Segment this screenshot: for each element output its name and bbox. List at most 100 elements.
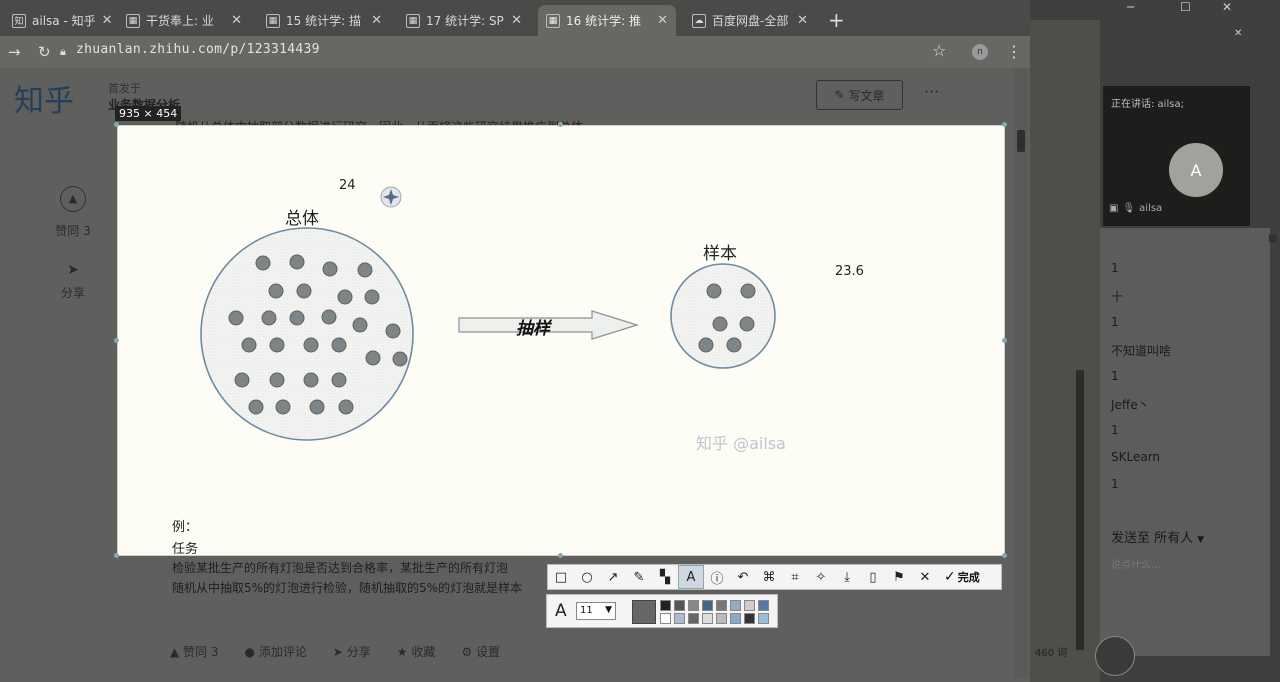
comment-button[interactable]: ● 添加评论 (245, 643, 307, 660)
color-swatch[interactable] (674, 613, 685, 624)
color-swatch[interactable] (660, 613, 671, 624)
color-swatch[interactable] (688, 600, 699, 611)
mic-icon: 🎙︎ (1122, 203, 1136, 214)
tab-5-active[interactable]: ▦ 16 统计学: 推 ✕ (538, 5, 676, 36)
color-swatch[interactable] (716, 600, 727, 611)
example-label: 例： (172, 520, 199, 535)
capture-toolbar: □ ○ ↗ ✎ ▚ A ⓘ ↶ ⌘ ⌗ ✧ ⤓ ▯ ⚑ ✕ ✓ 完成 (547, 564, 1002, 590)
color-swatch[interactable] (702, 600, 713, 611)
settings-button[interactable]: ⚙ 设置 (461, 643, 500, 660)
page-scrollbar[interactable] (1014, 68, 1028, 678)
collect-button[interactable]: ★ 收藏 (397, 643, 436, 660)
tab-2[interactable]: ▦ 干货奉上: 业 ✕ (118, 5, 250, 36)
color-swatch[interactable] (702, 613, 713, 624)
user-tag: ▣ 🎙︎ ailsa (1109, 203, 1162, 214)
download-icon[interactable]: ⤓ (834, 565, 860, 589)
zhihu-logo[interactable]: 知乎 (14, 76, 74, 120)
resize-handle[interactable] (114, 553, 119, 558)
maximize-icon[interactable]: ☐ (1180, 0, 1191, 14)
resize-handle[interactable] (114, 122, 119, 127)
close-icon[interactable]: ✕ (797, 13, 808, 28)
profile-avatar-icon[interactable]: n (972, 44, 988, 60)
pin-tool-icon[interactable]: ✧ (808, 565, 834, 589)
browser-menu-icon[interactable]: ⋮ (1006, 42, 1022, 61)
tab-title: ailsa - 知乎 (32, 14, 96, 28)
lock-icon[interactable]: 🔒︎ (60, 45, 66, 59)
close-icon[interactable]: ✕ (511, 13, 522, 28)
resize-handle[interactable] (1002, 338, 1007, 343)
close-window-icon[interactable]: ✕ (1222, 0, 1232, 14)
minimize-icon[interactable]: ─ (1127, 0, 1134, 14)
scrollbar-thumb[interactable] (1017, 130, 1025, 152)
resize-handle[interactable] (1002, 122, 1007, 127)
close-icon[interactable]: ✕ (371, 13, 382, 28)
color-swatch[interactable] (744, 600, 755, 611)
font-icon: A (555, 601, 567, 621)
settings-label: 设置 (475, 645, 500, 659)
share-bottom-label: 分享 (346, 645, 371, 659)
resize-handle[interactable] (558, 122, 563, 127)
write-article-button[interactable]: ✎ 写文章 (816, 80, 903, 110)
tab-1[interactable]: 知 ailsa - 知乎 ✕ (4, 5, 114, 36)
bookmark-star-icon[interactable]: ☆ (932, 41, 946, 60)
arrow-tool-icon[interactable]: ↗ (600, 565, 626, 589)
color-swatch[interactable] (730, 613, 741, 624)
pen-tool-icon[interactable]: ✎ (626, 565, 652, 589)
phone-icon[interactable]: ▯ (860, 565, 886, 589)
capture-size-label: 935 × 454 (115, 106, 182, 121)
rectangle-tool-icon[interactable]: □ (548, 565, 574, 589)
resize-handle[interactable] (558, 553, 563, 558)
meeting-scrollbar[interactable] (1076, 370, 1084, 650)
current-color-swatch[interactable] (632, 600, 656, 624)
more-options-icon[interactable]: ··· (924, 82, 939, 101)
translate-tool-icon[interactable]: ⌗ (782, 565, 808, 589)
color-swatch[interactable] (730, 600, 741, 611)
tab-title: 干货奉上: 业 (146, 14, 214, 28)
ellipse-tool-icon[interactable]: ○ (574, 565, 600, 589)
color-swatch[interactable] (660, 600, 671, 611)
color-swatch[interactable] (744, 613, 755, 624)
share-bottom-button[interactable]: ➤ 分享 (333, 643, 371, 660)
close-icon[interactable]: ✕ (102, 13, 113, 28)
color-swatch[interactable] (688, 613, 699, 624)
population-label: 总体 (285, 209, 319, 229)
capture-region[interactable]: 总体 样本 抽样 24 23.6 知乎 @ailsa 例： 任务 (117, 125, 1005, 557)
avatar[interactable]: A (1169, 143, 1223, 197)
tab-4[interactable]: ▦ 17 统计学: SP ✕ (398, 5, 530, 36)
tab-bar: 知 ailsa - 知乎 ✕ ▦ 干货奉上: 业 ✕ ▦ 15 统计学: 描 ✕ ▦ 17 统… (0, 0, 1030, 36)
mic-button[interactable] (1095, 636, 1135, 676)
share-label: 分享 (60, 286, 85, 300)
send-to-selector[interactable]: 发送至 所有人 ▼ (1111, 527, 1204, 546)
sampling-diagram (200, 186, 776, 441)
color-swatch[interactable] (758, 600, 769, 611)
url-field[interactable]: zhuanlan.zhihu.com/p/123314439 (76, 42, 320, 57)
tab-6[interactable]: ☁ 百度网盘-全部 ✕ (684, 5, 816, 36)
text-tool-icon[interactable]: A (678, 565, 704, 589)
forward-arrow-icon[interactable]: → (8, 43, 21, 61)
user-name: ailsa (1139, 203, 1163, 214)
close-icon[interactable]: ✕ (657, 13, 668, 28)
chat-input[interactable]: 说点什么… (1111, 556, 1161, 571)
ocr-tool-icon[interactable]: ⌘ (756, 565, 782, 589)
font-size-select[interactable]: 11 ▼ (576, 602, 616, 620)
agree-side-button[interactable]: ▲ 赞同 3 (50, 186, 96, 239)
resize-handle[interactable] (1002, 553, 1007, 558)
resize-handle[interactable] (114, 338, 119, 343)
undo-icon[interactable]: ↶ (730, 565, 756, 589)
close-icon[interactable]: ✕ (231, 13, 242, 28)
share-side-button[interactable]: ➤ 分享 (50, 262, 96, 301)
color-swatch[interactable] (758, 613, 769, 624)
tab-3[interactable]: ▦ 15 统计学: 描 ✕ (258, 5, 390, 36)
color-swatch[interactable] (716, 613, 727, 624)
chat-message: 不知道叫啥 (1111, 344, 1172, 358)
number-tool-icon[interactable]: ⓘ (704, 565, 730, 589)
cancel-icon[interactable]: ✕ (912, 565, 938, 589)
new-tab-button[interactable]: + (828, 8, 845, 32)
bookmark-icon[interactable]: ⚑ (886, 565, 912, 589)
agree-bottom-button[interactable]: ▲ 赞同 3 (170, 643, 219, 660)
mosaic-tool-icon[interactable]: ▚ (652, 565, 678, 589)
panel-close-icon[interactable]: ✕ (1234, 28, 1242, 39)
finish-button[interactable]: ✓ 完成 (938, 569, 986, 585)
color-swatch[interactable] (674, 600, 685, 611)
reload-icon[interactable]: ↻ (38, 43, 51, 61)
